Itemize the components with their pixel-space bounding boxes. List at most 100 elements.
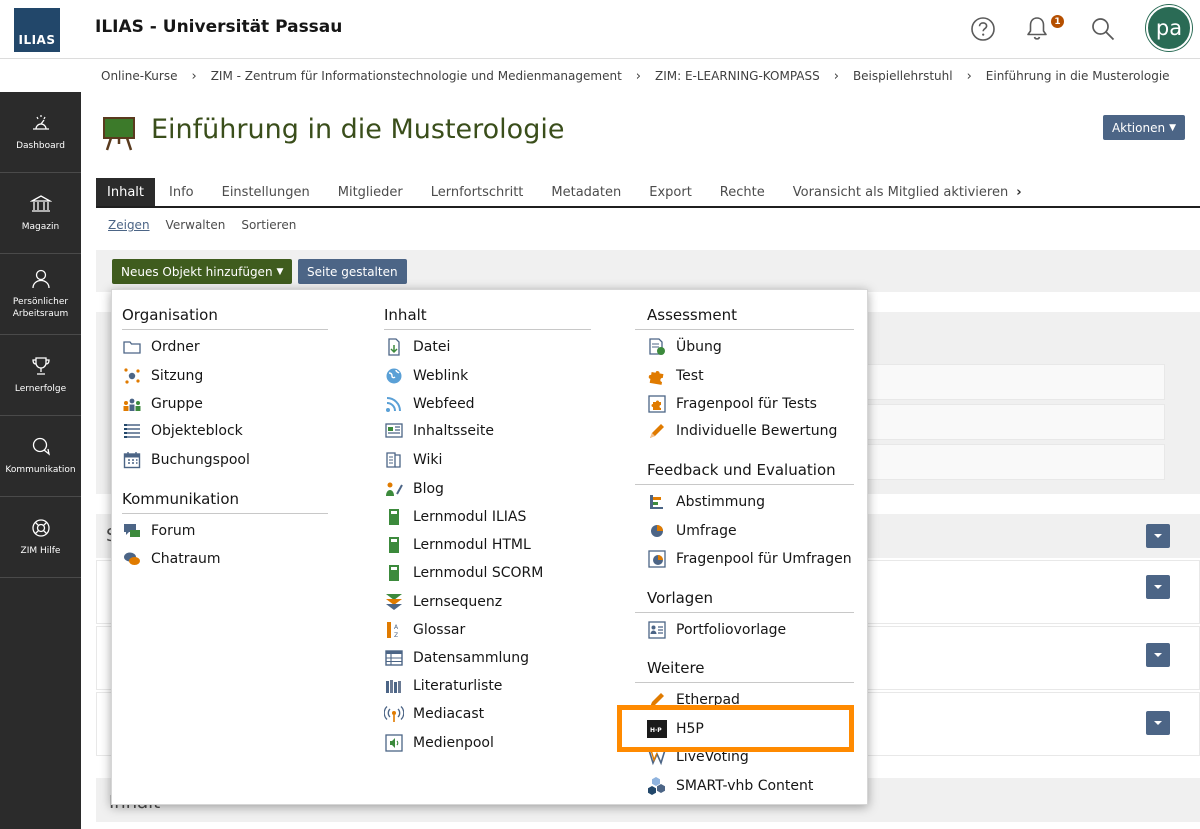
question-pool-icon: [647, 394, 667, 414]
tab-export[interactable]: Export: [635, 178, 706, 206]
menu-item-label: Datei: [413, 339, 451, 355]
hexagon-cluster-icon: [647, 776, 667, 796]
tab-mitglieder[interactable]: Mitglieder: [324, 178, 417, 206]
sidebar-item-zim-hilfe[interactable]: ZIM Hilfe: [0, 497, 81, 578]
sidebar-item-label: Kommunikation: [5, 465, 76, 475]
menu-item-lernsequenz[interactable]: Lernsequenz: [384, 592, 502, 612]
breadcrumb-item[interactable]: ZIM: E-LEARNING-KOMPASS: [655, 69, 820, 83]
tab-einstellungen[interactable]: Einstellungen: [208, 178, 324, 206]
tab-member-preview[interactable]: Voransicht als Mitglied aktivieren: [779, 178, 1014, 206]
menu-item-datei[interactable]: Datei: [384, 337, 450, 357]
menu-item-portfoliovorlage[interactable]: Portfoliovorlage: [647, 620, 786, 640]
breadcrumb-item[interactable]: ZIM - Zentrum für Informationstechnologi…: [211, 69, 622, 83]
notification-bell-icon[interactable]: [1022, 14, 1052, 44]
breadcrumb-item-current[interactable]: Einführung in die Musterologie: [986, 69, 1170, 83]
calendar-icon: [122, 450, 142, 470]
menu-item-label: Abstimmung: [676, 494, 766, 510]
menu-item-datensammlung[interactable]: Datensammlung: [384, 648, 529, 668]
menu-item-individuelle-bewertung[interactable]: Individuelle Bewertung: [647, 421, 837, 441]
user-avatar[interactable]: pa: [1146, 5, 1192, 51]
menu-item-fragenpool-tests[interactable]: Fragenpool für Tests: [647, 394, 817, 414]
menu-item-gruppe[interactable]: Gruppe: [122, 394, 203, 414]
actions-button[interactable]: Aktionen ▼: [1102, 115, 1185, 140]
menu-item-umfrage[interactable]: Umfrage: [647, 521, 737, 541]
svg-text:A: A: [394, 624, 399, 631]
tab-info[interactable]: Info: [155, 178, 208, 206]
menu-item-glossar[interactable]: AZ Glossar: [384, 620, 465, 640]
tab-rechte[interactable]: Rechte: [706, 178, 779, 206]
poll-icon: [647, 492, 667, 512]
menu-item-test[interactable]: Test: [647, 366, 704, 386]
forum-icon: [122, 521, 142, 541]
course-icon: [103, 116, 135, 156]
learning-module-icon: [384, 535, 404, 555]
menu-item-fragenpool-umfragen[interactable]: Fragenpool für Umfragen: [647, 549, 852, 569]
file-icon: [384, 337, 404, 357]
breadcrumb-item[interactable]: Online-Kurse: [101, 69, 177, 83]
subtab-zeigen[interactable]: Zeigen: [108, 218, 150, 232]
menu-item-label: Objekteblock: [151, 423, 243, 439]
chevron-right-icon[interactable]: ›: [1014, 178, 1023, 206]
tab-inhalt[interactable]: Inhalt: [96, 178, 155, 206]
folder-icon: [122, 337, 142, 357]
menu-item-uebung[interactable]: Übung: [647, 337, 722, 357]
item-actions-dropdown[interactable]: [1146, 711, 1170, 735]
puzzle-icon: [647, 366, 667, 386]
data-collection-icon: [384, 648, 404, 668]
menu-item-literaturliste[interactable]: Literaturliste: [384, 676, 502, 696]
group-title-organisation: Organisation: [122, 306, 218, 324]
learning-sequence-icon: [384, 592, 404, 612]
subtab-bar: Zeigen Verwalten Sortieren: [108, 218, 296, 232]
lifebuoy-icon: [31, 519, 50, 537]
sidebar-item-dashboard[interactable]: Dashboard: [0, 92, 81, 173]
content-row: [861, 364, 1165, 400]
tab-lernfortschritt[interactable]: Lernfortschritt: [417, 178, 538, 206]
menu-item-weblink[interactable]: Weblink: [384, 366, 468, 386]
menu-item-ordner[interactable]: Ordner: [122, 337, 200, 357]
chevron-right-icon: ›: [191, 68, 197, 84]
menu-item-smart-vhb[interactable]: SMART-vhb Content: [647, 776, 813, 796]
tab-metadaten[interactable]: Metadaten: [537, 178, 635, 206]
survey-pie-icon: [647, 521, 667, 541]
group-title-feedback: Feedback und Evaluation: [647, 461, 836, 479]
help-icon[interactable]: [968, 14, 998, 44]
menu-item-abstimmung[interactable]: Abstimmung: [647, 492, 765, 512]
wiki-icon: [384, 450, 404, 470]
sidebar-item-magazin[interactable]: Magazin: [0, 173, 81, 254]
globe-icon: [384, 366, 404, 386]
main-sidebar: Dashboard Magazin Persönlicher Arbeitsra…: [0, 92, 81, 829]
sidebar-item-label: ZIM Hilfe: [20, 546, 61, 556]
search-icon[interactable]: [1088, 14, 1118, 44]
menu-item-lernmodul-html[interactable]: Lernmodul HTML: [384, 535, 531, 555]
menu-item-lernmodul-ilias[interactable]: Lernmodul ILIAS: [384, 507, 526, 527]
menu-item-sitzung[interactable]: Sitzung: [122, 366, 203, 386]
menu-item-label: Lernmodul HTML: [413, 537, 531, 553]
subtab-verwalten[interactable]: Verwalten: [166, 218, 226, 232]
menu-item-label: Fragenpool für Umfragen: [676, 551, 852, 567]
sidebar-item-personal-workspace[interactable]: Persönlicher Arbeitsraum: [0, 254, 81, 335]
menu-item-forum[interactable]: Forum: [122, 521, 195, 541]
menu-item-blog[interactable]: Blog: [384, 479, 444, 499]
sidebar-item-lernerfolge[interactable]: Lernerfolge: [0, 335, 81, 416]
group-icon: [122, 394, 142, 414]
menu-item-medienpool[interactable]: Medienpool: [384, 733, 494, 753]
menu-item-wiki[interactable]: Wiki: [384, 450, 442, 470]
sidebar-item-kommunikation[interactable]: Kommunikation: [0, 416, 81, 497]
item-actions-dropdown[interactable]: [1146, 575, 1170, 599]
breadcrumb-item[interactable]: Beispiellehrstuhl: [853, 69, 953, 83]
svg-text:Z: Z: [394, 632, 398, 639]
item-actions-dropdown[interactable]: [1146, 524, 1170, 548]
ilias-logo[interactable]: ILIAS: [14, 8, 60, 52]
menu-item-mediacast[interactable]: Mediacast: [384, 704, 484, 724]
menu-item-objekteblock[interactable]: Objekteblock: [122, 421, 243, 441]
item-actions-dropdown[interactable]: [1146, 643, 1170, 667]
subtab-sortieren[interactable]: Sortieren: [241, 218, 296, 232]
menu-item-chatraum[interactable]: Chatraum: [122, 549, 221, 569]
menu-item-inhaltsseite[interactable]: Inhaltsseite: [384, 421, 494, 441]
menu-item-webfeed[interactable]: Webfeed: [384, 394, 475, 414]
page-layout-button[interactable]: Seite gestalten: [298, 259, 407, 284]
menu-item-lernmodul-scorm[interactable]: Lernmodul SCORM: [384, 563, 543, 583]
session-icon: [122, 366, 142, 386]
add-new-object-button[interactable]: Neues Objekt hinzufügen ▼: [112, 259, 293, 284]
menu-item-buchungspool[interactable]: Buchungspool: [122, 450, 250, 470]
